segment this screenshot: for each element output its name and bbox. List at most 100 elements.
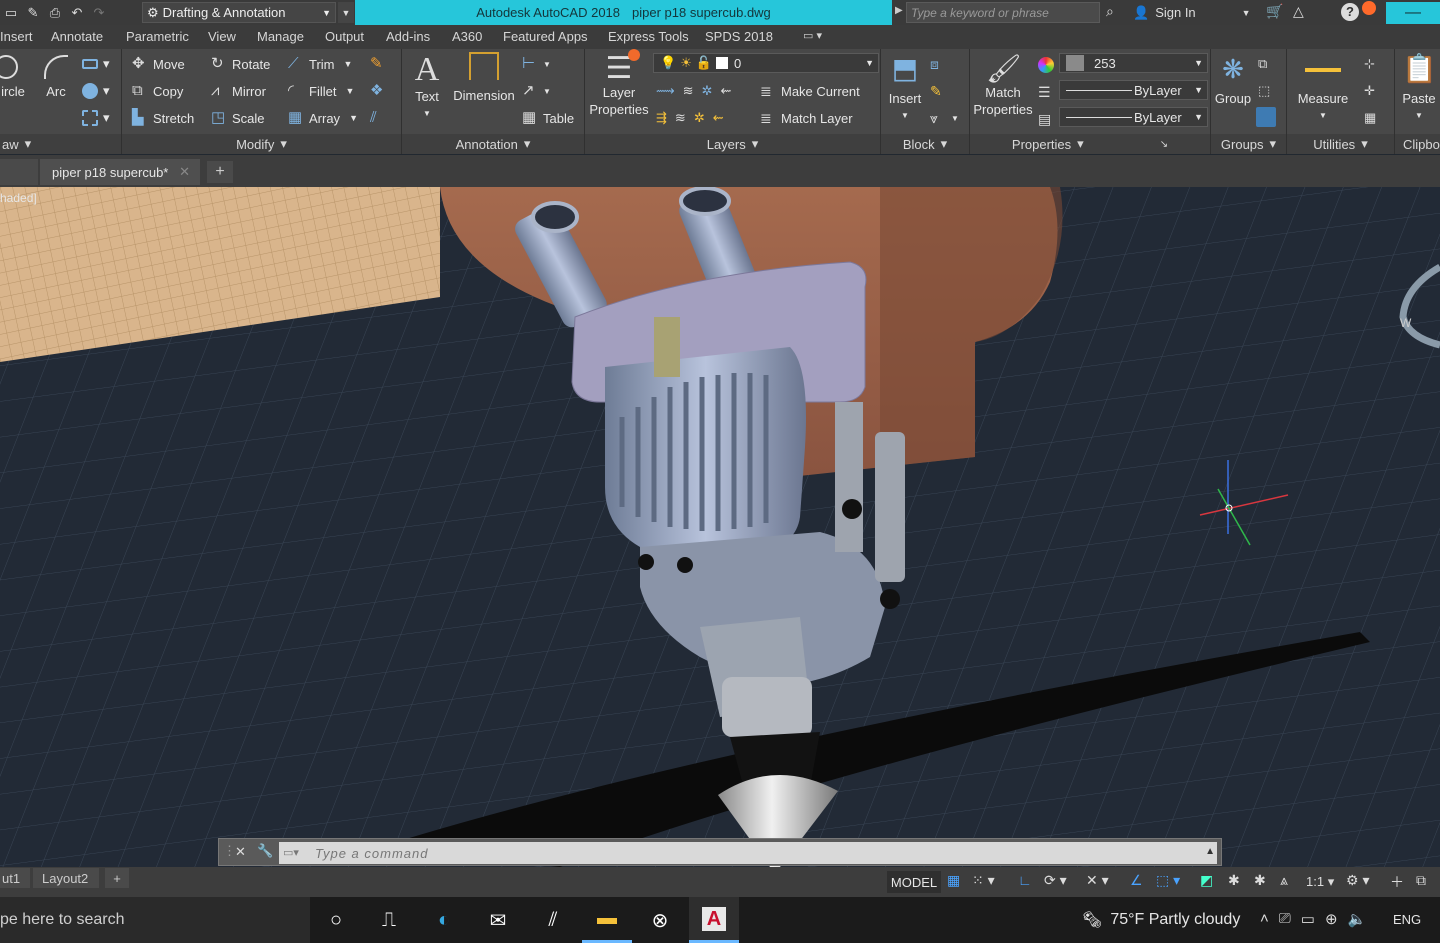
color-dropdown[interactable]: 253 ▼ xyxy=(1059,53,1208,73)
search-expand-icon[interactable]: ▶ xyxy=(895,5,903,16)
binoculars-icon[interactable]: ⌕ xyxy=(1106,3,1114,20)
rotate-button[interactable]: ↻ Rotate xyxy=(211,56,270,72)
measure-button[interactable]: Measure ▼ xyxy=(1294,52,1352,124)
task-view-icon[interactable]: ⎍ xyxy=(364,897,414,943)
layer-unlock-icon[interactable]: ⇜ xyxy=(713,110,724,126)
scale-button[interactable]: ◳ Scale xyxy=(211,110,265,126)
array-button[interactable]: ▦ Array ▼ xyxy=(288,110,358,126)
draw-panel-footer[interactable]: aw ▾ xyxy=(0,134,121,154)
layers-panel-footer[interactable]: Layers ▾ xyxy=(585,134,880,154)
grid-icon[interactable]: ▦ xyxy=(947,872,960,889)
region-button[interactable]: ▾ xyxy=(82,110,110,126)
explode-button[interactable]: ❖ xyxy=(370,83,386,99)
battery-icon[interactable]: ▭ xyxy=(1301,910,1315,928)
volume-icon[interactable]: 🔈 xyxy=(1348,910,1367,928)
help-search-input[interactable]: Type a keyword or phrase xyxy=(906,2,1100,23)
new-icon[interactable]: ▭ xyxy=(0,2,22,24)
save-icon[interactable]: ✎ xyxy=(22,2,44,24)
print-icon[interactable]: ⎙ xyxy=(44,2,66,24)
edit-block-button[interactable]: ✎ xyxy=(930,83,946,99)
ungroup-button[interactable]: ⧉ xyxy=(1258,56,1274,72)
annotation-panel-footer[interactable]: Annotation ▾ xyxy=(402,134,584,154)
hatch-button[interactable]: ▾ xyxy=(82,83,110,99)
layer-lock-icon[interactable]: ⇜ xyxy=(720,83,731,99)
layer-unisolate-icon[interactable]: ≋ xyxy=(675,110,686,126)
tab-layout1[interactable]: ut1 xyxy=(0,868,30,888)
match-properties-button[interactable]: 🖌 Match Properties xyxy=(971,52,1035,118)
snap-icon[interactable]: ⁙ ▾ xyxy=(972,872,995,889)
cortana-icon[interactable]: ○ xyxy=(311,897,361,943)
mail-icon[interactable]: ✉ xyxy=(473,897,523,943)
tab-parametric[interactable]: Parametric xyxy=(126,29,189,44)
qat-menu-button[interactable]: ▼ xyxy=(338,2,354,23)
group-edit-button[interactable]: ⬚ xyxy=(1258,83,1274,99)
sign-in-button[interactable]: 👤 Sign In ▼ xyxy=(1133,2,1251,23)
document-tab[interactable]: piper p18 supercub* ✕ xyxy=(40,159,200,185)
start-tab[interactable] xyxy=(0,159,38,185)
viewport-controls-label[interactable]: haded] xyxy=(0,191,37,205)
xbox-icon[interactable]: ⊗ xyxy=(635,897,685,943)
file-explorer-icon[interactable]: ▬ xyxy=(582,897,632,943)
annotation-scale-icon[interactable]: ⩓ xyxy=(1280,872,1288,889)
autocad-taskbar-button[interactable]: A xyxy=(689,897,739,943)
groups-panel-footer[interactable]: Groups ▾ xyxy=(1211,134,1286,154)
clipboard-panel-footer[interactable]: Clipbo xyxy=(1395,134,1440,154)
stretch-button[interactable]: ▙ Stretch xyxy=(132,110,194,126)
tab-insert[interactable]: Insert xyxy=(0,29,33,44)
layer-isolate-icon[interactable]: ≋ xyxy=(683,83,694,99)
chevron-up-icon[interactable]: ▲ xyxy=(1205,846,1215,857)
tab-a360[interactable]: A360 xyxy=(452,29,482,44)
layer-properties-button[interactable]: ☰ Layer Properties xyxy=(588,52,650,118)
panel-launcher-icon[interactable]: ↘ xyxy=(1160,139,1168,150)
erase-button[interactable]: ✎ xyxy=(370,56,386,72)
tab-view[interactable]: View xyxy=(208,29,236,44)
attribute-button[interactable]: ⩔ ▼ xyxy=(930,110,959,126)
scale-value[interactable]: 1:1 ▾ xyxy=(1306,874,1334,890)
trim-button[interactable]: ⟋ Trim ▼ xyxy=(288,56,352,72)
workspace-switcher[interactable]: ⚙ Drafting & Annotation ▼ xyxy=(142,2,336,23)
edge-icon[interactable]: ◐ xyxy=(419,897,469,943)
meet-icon[interactable]: ⎚ xyxy=(1279,910,1291,928)
tab-featured-apps[interactable]: Featured Apps xyxy=(503,29,588,44)
object-snap-icon[interactable]: ⬚ ▾ xyxy=(1156,872,1180,889)
tab-express-tools[interactable]: Express Tools xyxy=(608,29,689,44)
ortho-icon[interactable]: ∟ xyxy=(1018,872,1032,888)
id-point-button[interactable]: ✛ xyxy=(1364,83,1380,99)
linetype-dropdown[interactable]: ByLayer ▼ xyxy=(1059,80,1208,100)
command-prompt-icon[interactable]: ▭▾ xyxy=(283,846,299,859)
rectangle-button[interactable]: ▾ xyxy=(82,56,110,72)
modify-panel-footer[interactable]: Modify ▾ xyxy=(122,134,401,154)
create-block-button[interactable]: ⧈ xyxy=(930,56,946,72)
group-selection-toggle[interactable] xyxy=(1256,107,1276,127)
ribbon-minimize-toggle[interactable]: ▭ ▾ xyxy=(803,29,822,42)
chevron-up-icon[interactable]: ˄ xyxy=(1260,910,1269,928)
tab-layout2[interactable]: Layout2 xyxy=(33,868,99,888)
quick-select-button[interactable]: ⊹ xyxy=(1364,56,1380,72)
object-snap-tracking-icon[interactable]: ∠ xyxy=(1130,872,1143,889)
weather-widget[interactable]: 🗞 75°F Partly cloudy xyxy=(1082,910,1240,930)
language-indicator[interactable]: ENG xyxy=(1393,912,1421,927)
drawing-viewport[interactable]: W xyxy=(0,187,1440,867)
text-button[interactable]: A Text ▼ xyxy=(408,52,446,122)
polar-icon[interactable]: ⟳ ▾ xyxy=(1044,872,1067,889)
new-layout-button[interactable]: + xyxy=(105,868,129,888)
layer-off-icon[interactable]: ⟿ xyxy=(656,83,675,99)
plus-icon[interactable]: ＋ xyxy=(1390,872,1404,892)
model-space-button[interactable]: MODEL xyxy=(887,871,941,893)
calculator-button[interactable]: ▦ xyxy=(1364,110,1380,126)
properties-panel-footer[interactable]: Properties ▾ ↘ xyxy=(970,134,1210,154)
offset-button[interactable]: ⫽ xyxy=(370,110,386,126)
annotation-visibility-icon[interactable]: ✱ xyxy=(1228,872,1240,889)
table-button[interactable]: ▦ Table xyxy=(522,110,574,126)
group-button[interactable]: ❋ Group xyxy=(1212,52,1254,107)
paste-button[interactable]: 📋 Paste ▼ xyxy=(1400,52,1438,124)
make-current-button[interactable]: ≣ Make Current xyxy=(760,83,860,99)
close-icon[interactable]: ✕ xyxy=(235,844,246,860)
circle-button[interactable]: ircle xyxy=(0,55,26,100)
close-icon[interactable]: ✕ xyxy=(179,164,190,180)
lineweight-dropdown[interactable]: ByLayer ▼ xyxy=(1059,107,1208,127)
layer-dropdown[interactable]: 💡 ☀ 🔓 0 ▼ xyxy=(653,53,879,73)
redo-icon[interactable]: ↷ xyxy=(88,2,110,24)
leader-button[interactable]: ↗ ▼ xyxy=(522,83,551,99)
network-icon[interactable]: ⊕ xyxy=(1325,910,1338,928)
